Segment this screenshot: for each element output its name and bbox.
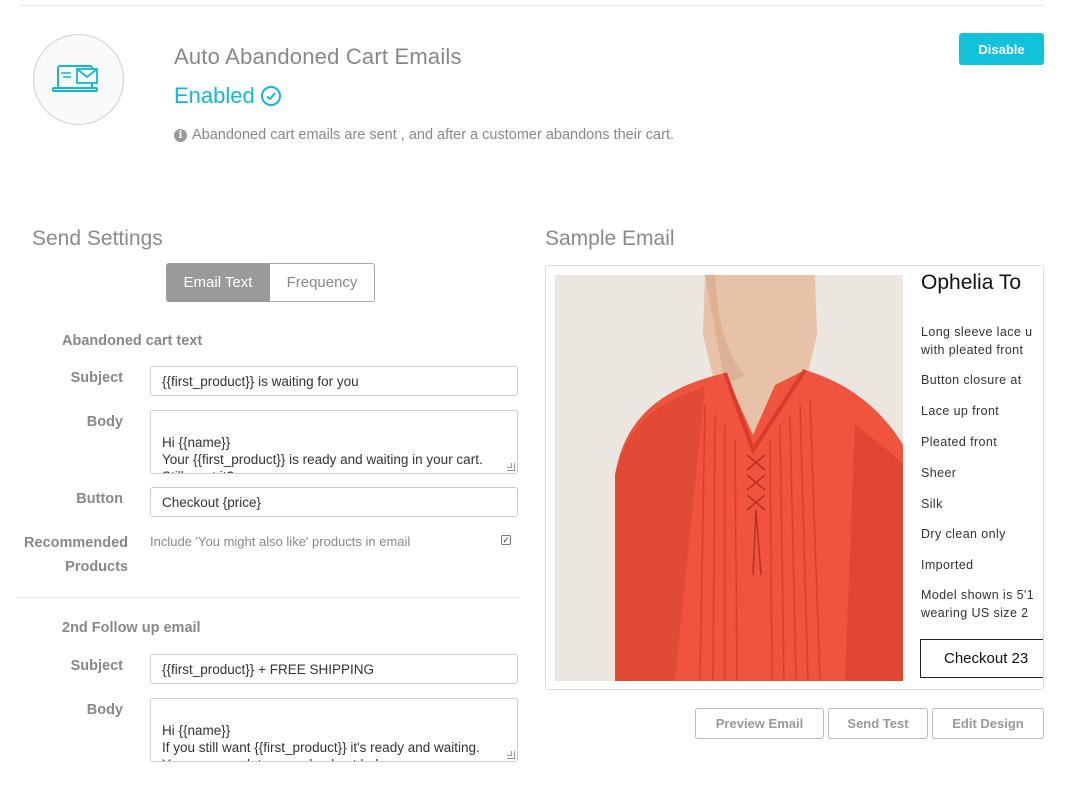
recommended-label-line1: Recommended [24,535,128,551]
body-text: Hi {{name}} Your {{first_product}} is re… [162,435,483,473]
button-text-input[interactable]: Checkout {price} [150,487,518,517]
resize-handle[interactable] [507,751,515,759]
section-divider [18,597,518,598]
followup-subject-label: Subject [70,658,123,674]
settings-tabs: Email Text Frequency [166,263,375,302]
followup-subject-input[interactable]: {{first_product}} + FREE SHIPPING [150,654,518,684]
checkout-button[interactable]: Checkout 23 [920,639,1043,678]
recommended-label: Recommended Products [0,531,128,579]
disable-button[interactable]: Disable [959,33,1044,65]
send-test-button[interactable]: Send Test [828,708,928,739]
edit-design-button[interactable]: Edit Design [932,708,1044,739]
detail-item: Pleated front [921,435,998,449]
product-image [555,275,903,681]
email-preview: Ophelia To Long sleeve lace u with pleat… [545,265,1044,690]
followup-body-textarea[interactable]: Hi {{name}} If you still want {{first_pr… [150,698,518,762]
top-divider [20,5,1044,6]
detail-item: Silk [921,497,943,511]
description: i Abandoned cart emails are sent , and af… [174,123,714,147]
body-label: Body [86,414,123,430]
detail-item: Long sleeve lace u [921,325,1033,339]
check-circle-icon [260,86,281,106]
page-title: Auto Abandoned Cart Emails [174,44,462,69]
detail-item: wearing US size 2 [921,606,1029,620]
product-details: Long sleeve lace u with pleated front Bu… [921,266,1033,672]
sample-email-title: Sample Email [545,227,675,250]
body-textarea[interactable]: Hi {{name}} Your {{first_product}} is re… [150,410,518,474]
detail-item: Imported [921,558,974,572]
detail-item: Lace up front [921,404,1000,418]
recommended-checkbox[interactable]: ✓ [501,535,511,545]
detail-item: Dry clean only [921,527,1006,541]
status-text: Enabled [174,83,255,108]
recommended-label-line2: Products [65,559,128,575]
follow-up-heading: 2nd Follow up email [62,620,201,636]
tab-email-text[interactable]: Email Text [166,263,270,302]
recommended-text: Include 'You might also like' products i… [150,534,411,549]
detail-item: with pleated front [921,343,1024,357]
resize-handle[interactable] [507,463,515,471]
preview-email-button[interactable]: Preview Email [695,708,824,739]
detail-item: Sheer [921,466,957,480]
subject-label: Subject [70,370,123,386]
button-label: Button [76,491,123,507]
subject-input[interactable]: {{first_product}} is waiting for you [150,366,518,396]
info-icon: i [174,129,187,142]
followup-body-label: Body [86,702,123,718]
abandoned-cart-heading: Abandoned cart text [62,333,203,349]
status-label: Enabled [174,83,281,109]
detail-item: Model shown is 5'1 [921,588,1033,602]
description-text: Abandoned cart emails are sent , and aft… [192,127,674,143]
laptop-email-icon [33,34,124,125]
tab-frequency[interactable]: Frequency [270,263,375,302]
send-settings-title: Send Settings [32,227,163,250]
detail-item: Button closure at [921,373,1022,387]
followup-body-text: Hi {{name}} If you still want {{first_pr… [162,723,480,761]
